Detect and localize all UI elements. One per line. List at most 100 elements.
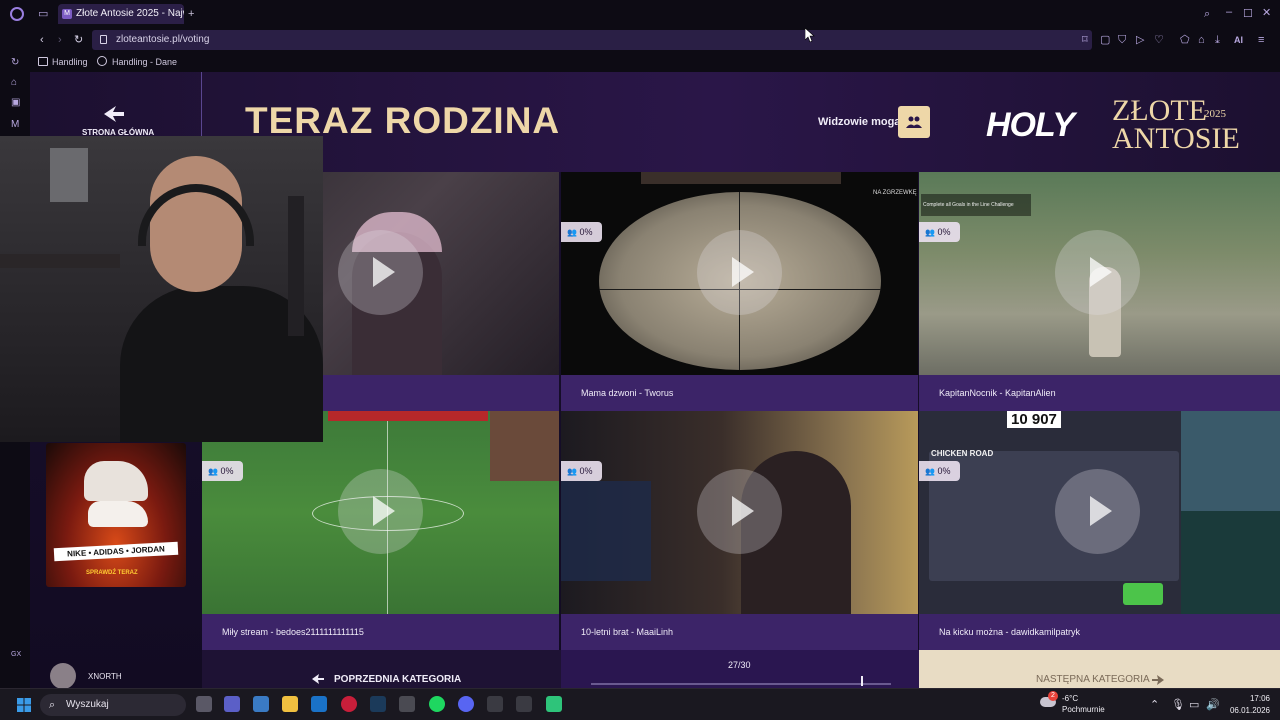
next-category-label: NASTĘPNA KATEGORIA xyxy=(1036,674,1150,685)
player-icon[interactable]: ▷ xyxy=(1136,33,1144,47)
sidebar-messenger-icon[interactable]: ▣ xyxy=(11,96,20,110)
search-tabs-icon[interactable]: ⌕ xyxy=(1204,7,1210,21)
site-favicon-icon: M xyxy=(62,9,72,19)
snapshot-icon[interactable]: ▢ xyxy=(1100,33,1110,47)
nominee-card[interactable]: Complete all Goals in the Line Challenge… xyxy=(919,172,1280,412)
weather-badge: 2 xyxy=(1048,691,1058,701)
url-field[interactable]: zloteantosie.pl/voting xyxy=(92,30,1092,50)
bookmark-page-icon[interactable]: ⌑ xyxy=(1082,33,1088,47)
sidebar-gx-icon[interactable]: GX xyxy=(11,648,21,662)
shelf xyxy=(0,254,120,268)
progress-count: 27/30 xyxy=(728,660,751,670)
nominee-card[interactable]: CHICKEN ROAD 10 907 👥 0% Na kicku można … xyxy=(919,411,1280,651)
opera-gx-icon[interactable] xyxy=(341,696,357,712)
category-nav: XNORTH POPRZEDNIA KATEGORIA 27/30 NASTĘP… xyxy=(30,650,1280,688)
url-text: zloteantosie.pl/voting xyxy=(116,34,210,45)
favorite-heart-icon[interactable]: ♡ xyxy=(1154,33,1164,47)
nominee-card[interactable]: NA ZGRZEWKĘ 👥 0% Mama dzwoni - Tworus xyxy=(561,172,918,412)
tab-bar: ▭ M Złote Antosie 2025 - Najw + ⌕ – ☐ ✕ xyxy=(0,0,1280,28)
play-video-button[interactable] xyxy=(1055,469,1140,554)
users-icon: 👥 xyxy=(567,467,577,476)
workspaces-icon[interactable]: ▭ xyxy=(38,7,48,21)
download-icon[interactable]: ⤓ xyxy=(1215,33,1220,47)
extensions-icon[interactable]: ⬠ xyxy=(1180,33,1190,47)
aria-ai-button[interactable]: AI xyxy=(1234,33,1243,47)
play-video-button[interactable] xyxy=(338,230,423,315)
search-placeholder: Wyszukaj xyxy=(66,699,109,710)
spotify-icon[interactable] xyxy=(429,696,445,712)
new-tab-icon[interactable]: + xyxy=(188,7,194,21)
next-category-button[interactable]: NASTĘPNA KATEGORIA xyxy=(919,650,1280,688)
wallet-icon[interactable]: ⌂ xyxy=(1198,33,1205,47)
store-icon[interactable] xyxy=(253,696,269,712)
bookmark-handling[interactable]: Handling xyxy=(52,57,88,67)
play-video-button[interactable] xyxy=(338,469,423,554)
microphone-icon[interactable]: 🎙 xyxy=(1171,698,1185,712)
reload-icon[interactable]: ↻ xyxy=(74,33,83,47)
close-window-icon[interactable]: ✕ xyxy=(1262,6,1271,20)
weather-desc: Pochmurnie xyxy=(1062,705,1105,714)
forward-icon[interactable]: › xyxy=(58,33,62,47)
sponsor-ad[interactable]: NIKE • ADIDAS • JORDAN SPRAWDŹ TERAZ xyxy=(46,443,186,587)
app-icon[interactable] xyxy=(516,696,532,712)
arrow-left-icon xyxy=(312,674,324,684)
minimize-icon[interactable]: – xyxy=(1226,5,1232,19)
play-video-button[interactable] xyxy=(697,469,782,554)
nominee-title: Mama dzwoni - Tworus xyxy=(561,375,918,412)
progress-marker xyxy=(861,676,863,686)
windows-start-icon[interactable] xyxy=(17,698,31,712)
nominee-card[interactable]: 👥 0% 10-letni brat - MaaiLinh xyxy=(561,411,918,651)
bookmark-globe-icon xyxy=(97,56,107,66)
users-icon: 👥 xyxy=(925,228,935,237)
event-logo[interactable]: HOLY ZŁOTE 2025 ANTOSIE xyxy=(986,94,1246,155)
sneaker-image xyxy=(88,501,148,527)
maximize-icon[interactable]: ☐ xyxy=(1243,7,1253,21)
sidebar-apps-icon[interactable]: ⌂ xyxy=(11,76,17,90)
windows-taskbar: ⌕ Wyszukaj 2 -6°C Pochmurnie ⌃ 🎙 ▭ 🔊 17:… xyxy=(0,688,1280,720)
back-icon[interactable]: ‹ xyxy=(40,33,44,47)
tray-chevron-icon[interactable]: ⌃ xyxy=(1150,698,1159,712)
app-icon[interactable] xyxy=(399,696,415,712)
chat-app-icon[interactable] xyxy=(546,696,562,712)
search-icon: ⌕ xyxy=(49,699,56,711)
network-icon[interactable]: ▭ xyxy=(1189,698,1199,712)
adblock-icon[interactable]: ⛉ xyxy=(1118,33,1126,47)
taskbar-search[interactable]: ⌕ Wyszukaj xyxy=(40,694,186,716)
file-explorer-icon[interactable] xyxy=(282,696,298,712)
avatar xyxy=(50,663,76,688)
sidebar-m-icon[interactable]: M xyxy=(11,118,19,132)
arrow-right-icon xyxy=(1152,675,1164,685)
discord-icon[interactable] xyxy=(458,696,474,712)
score-hud xyxy=(328,411,488,421)
task-view-icon[interactable] xyxy=(196,696,212,712)
bookmark-handling-dane[interactable]: Handling - Dane xyxy=(112,57,177,67)
users-icon: 👥 xyxy=(925,467,935,476)
nominee-card[interactable]: 👥 0% Miły stream - bedoes2111111111115 xyxy=(202,411,559,651)
opera-logo-icon[interactable] xyxy=(10,7,24,21)
play-video-button[interactable] xyxy=(1055,230,1140,315)
sidebar-refresh-icon[interactable]: ↻ xyxy=(11,56,19,70)
outlook-icon[interactable] xyxy=(311,696,327,712)
arrow-left-icon xyxy=(104,106,124,122)
vote-percent-badge: 👥 0% xyxy=(202,461,243,481)
steam-icon[interactable] xyxy=(370,696,386,712)
webcam-overlay xyxy=(0,136,323,442)
viewers-vote-button[interactable] xyxy=(898,106,930,138)
teams-icon[interactable] xyxy=(224,696,240,712)
play-video-button[interactable] xyxy=(697,230,782,315)
overlay-text: CHICKEN ROAD xyxy=(931,449,994,458)
prev-category-button[interactable]: POPRZEDNIA KATEGORIA xyxy=(202,650,561,688)
prev-category-label: POPRZEDNIA KATEGORIA xyxy=(334,674,462,685)
logo-name-bottom: ANTOSIE xyxy=(1112,122,1240,155)
ad-cta[interactable]: SPRAWDŹ TERAZ xyxy=(86,570,138,576)
volume-icon[interactable]: 🔊 xyxy=(1206,698,1220,712)
excel-icon[interactable] xyxy=(487,696,503,712)
category-progress: 27/30 xyxy=(561,650,919,688)
tab-zlote-antosie[interactable]: M Złote Antosie 2025 - Najw xyxy=(58,4,184,24)
clock-date: 06.01.2026 xyxy=(1229,706,1270,715)
system-clock[interactable]: 17:06 06.01.2026 xyxy=(1222,693,1270,717)
bookmarks-bar: Handling Handling - Dane xyxy=(0,52,1280,72)
weather-widget[interactable]: 2 -6°C Pochmurnie xyxy=(1040,691,1105,715)
menu-icon[interactable]: ≡ xyxy=(1258,33,1264,47)
facecam-overlay xyxy=(1181,511,1280,614)
